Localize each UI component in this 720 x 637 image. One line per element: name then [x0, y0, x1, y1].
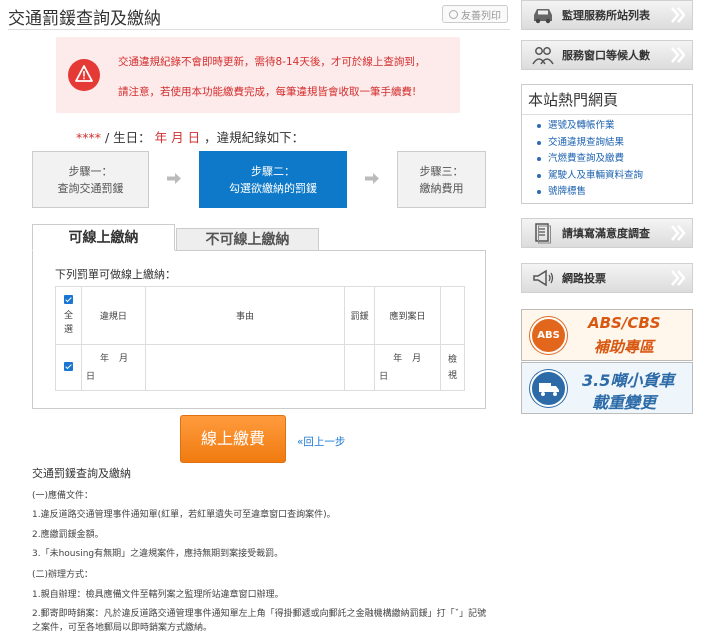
violation-year-month: 年月: [99, 353, 138, 364]
guide-line-4: 3.「未housing有無期」之違規案件，應持無期到案接受裁罰。: [32, 549, 284, 559]
hot-link-driver-vehicle[interactable]: 駕駛人及車輛資料查詢: [536, 168, 643, 185]
sidebar-queue-button[interactable]: 服務窗口等候人數: [521, 40, 693, 70]
hot-pages-title: 本站熱門網頁: [528, 91, 619, 109]
step-arrow-icon: [365, 173, 379, 184]
friendly-print-button[interactable]: 友善列印: [442, 5, 508, 23]
step-3: 步驟三： 繳納費用: [397, 151, 486, 208]
abs-banner-line-2: 補助專區: [594, 338, 655, 356]
masked-id: ****: [76, 130, 101, 145]
main-content: 交通罰鍰查詢及繳納 友善列印 交通違規紀錄不會即時更新，需待8-14天後，才可於…: [0, 0, 510, 637]
chevron-right-icon: [671, 47, 686, 63]
alert-line-1: 交通違規紀錄不會即時更新，需待8-14天後，才可於線上查詢到，: [118, 56, 426, 68]
step-2-title: 步驟二：: [251, 165, 295, 178]
guide-line-2: 1.違反道路交通管理事件通知單(紅單，若紅單遺失可至違章窗口查詢案件)。: [32, 510, 336, 520]
view-detail-char-1: 檢: [447, 354, 457, 365]
abs-banner-line-1: ABS/CBS: [588, 314, 661, 332]
birthday-label: / 生日：: [104, 130, 151, 145]
hot-pages-list: 選號及轉帳作業 交通違規查詢結果 汽燃費查詢及繳費 駕駛人及車輛資料查詢 號牌標…: [536, 118, 643, 201]
tab-not-online-payable[interactable]: 不可線上繳納: [176, 228, 319, 251]
table-row: 年月 日 年月 日 檢 視: [55, 344, 465, 391]
row-violation-date: 年月 日: [80, 344, 146, 391]
col-detail: [440, 286, 465, 345]
query-info: **** / 生日： 年 月 日 ，違規紀錄如下：: [76, 127, 304, 146]
view-detail-char-2: 視: [447, 370, 457, 381]
hot-pages-divider: [522, 114, 692, 115]
select-all-header: 全 選: [55, 286, 82, 345]
select-all-label-1: 全: [63, 310, 73, 321]
view-detail-link[interactable]: 檢 視: [440, 344, 465, 391]
car-icon: [530, 4, 556, 26]
megaphone-icon: [530, 267, 556, 289]
row-due-date: 年月 日: [374, 344, 441, 391]
truck-load-change-banner[interactable]: 3.5噸小貨車 載重變更: [521, 362, 693, 414]
document-icon: [530, 222, 556, 244]
guide-line-1: (一)應備文件：: [32, 491, 94, 501]
guide-line-5: (二)辦理方式：: [32, 570, 94, 580]
row-amount: [344, 344, 376, 391]
chevron-right-icon: [671, 225, 686, 241]
col-violation-date: 違規日: [80, 286, 146, 345]
guide-line-7: 2.郵寄即時銷案：凡於違反道路交通管理事件通知單左上角「得掛郵遞或向郵託之金融機…: [32, 609, 487, 619]
select-all-label-2: 選: [63, 324, 73, 335]
hot-link-fuel-fee[interactable]: 汽燃費查詢及繳費: [536, 151, 643, 168]
col-reason: 事由: [144, 286, 346, 345]
row-reason: [144, 344, 346, 391]
step-3-title: 步驟三：: [419, 165, 464, 178]
fines-table: 全 選 違規日 事由 罰鍰 應到案日 年月 日 年月 日 檢 視: [55, 286, 465, 391]
guide-line-8: 之案件，可至各地郵局以即時銷案方式繳納。: [32, 623, 213, 633]
guide-title: 交通罰鍰查詢及繳納: [32, 467, 131, 480]
fines-caption: 下列罰單可做線上繳納：: [55, 268, 176, 281]
warning-icon: [68, 59, 100, 91]
row-select-cell: [55, 344, 82, 391]
title-bar: 交通罰鍰查詢及繳納 友善列印: [8, 0, 510, 30]
guide-line-6: 1.親自辦理：檢具應備文件至轄列案之監理所站違章窗口辦理。: [32, 590, 284, 600]
sidebar-vote-button[interactable]: 網路投票: [521, 263, 693, 293]
online-pay-button[interactable]: 線上繳費: [180, 415, 286, 463]
sidebar-station-list-button[interactable]: 監理服務所站列表: [521, 0, 693, 30]
info-suffix: ，違規紀錄如下：: [204, 130, 305, 145]
people-icon: [530, 44, 556, 66]
friendly-print-label: 友善列印: [461, 10, 501, 22]
step-arrow-icon: [167, 173, 181, 184]
chevron-right-icon: [671, 7, 686, 23]
truck-banner-line-1: 3.5噸小貨車: [582, 371, 675, 390]
hot-link-plate-transfer[interactable]: 選號及轉帳作業: [536, 118, 643, 135]
sidebar-survey-button[interactable]: 請填寫滿意度調查: [521, 218, 693, 248]
fines-panel: 下列罰單可做線上繳納： 全 選 違規日 事由 罰鍰 應到案日 年月 日 年月 日…: [32, 250, 486, 409]
tab-online-payable[interactable]: 可線上繳納: [32, 224, 175, 251]
sidebar-station-list-label: 監理服務所站列表: [562, 9, 650, 22]
sidebar-vote-label: 網路投票: [562, 272, 606, 285]
due-year-month: 年月: [393, 353, 432, 364]
step-1-desc: 查詢交通罰鍰: [57, 182, 124, 195]
hot-link-violation-result[interactable]: 交通違規查詢結果: [536, 135, 643, 152]
back-step-link[interactable]: «回上一步: [297, 434, 345, 449]
hot-link-plate-auction[interactable]: 號牌標售: [536, 184, 643, 201]
sidebar-survey-label: 請填寫滿意度調查: [562, 227, 650, 240]
step-3-desc: 繳納費用: [419, 182, 464, 195]
step-1-title: 步驟一：: [68, 165, 113, 178]
row-checkbox[interactable]: [63, 361, 73, 371]
update-delay-alert: 交通違規紀錄不會即時更新，需待8-14天後，才可於線上查詢到， 請注意，若使用本…: [56, 37, 460, 113]
abs-badge: ABS: [530, 317, 567, 354]
step-2-desc: 勾選欲繳納的罰鍰: [229, 182, 317, 195]
guide-line-3: 2.應繳罰鍰金額。: [32, 530, 104, 540]
due-day: 日: [379, 371, 389, 382]
birthday-value: 年 月 日: [154, 130, 201, 145]
print-icon: [449, 9, 458, 19]
col-amount: 罰鍰: [344, 286, 376, 345]
chevron-right-icon: [671, 270, 686, 286]
truck-icon: [530, 370, 567, 407]
hot-pages-box: 本站熱門網頁 選號及轉帳作業 交通違規查詢結果 汽燃費查詢及繳費 駕駛人及車輛資…: [521, 84, 693, 204]
step-1: 步驟一： 查詢交通罰鍰: [32, 151, 149, 208]
abs-cbs-subsidy-banner[interactable]: ABS ABS/CBS 補助專區: [521, 309, 693, 361]
truck-banner-line-2: 載重變更: [592, 393, 657, 412]
alert-line-2: 請注意，若使用本功能繳費完成，每筆違規皆會收取一筆手續費!: [118, 86, 417, 98]
sidebar-queue-label: 服務窗口等候人數: [562, 49, 650, 62]
select-all-checkbox[interactable]: [63, 294, 73, 304]
step-2-current: 步驟二： 勾選欲繳納的罰鍰: [199, 151, 347, 208]
violation-day: 日: [85, 371, 95, 382]
col-due-date: 應到案日: [374, 286, 441, 345]
page-title: 交通罰鍰查詢及繳納: [8, 9, 161, 29]
table-header-row: 全 選 違規日 事由 罰鍰 應到案日: [55, 286, 465, 345]
